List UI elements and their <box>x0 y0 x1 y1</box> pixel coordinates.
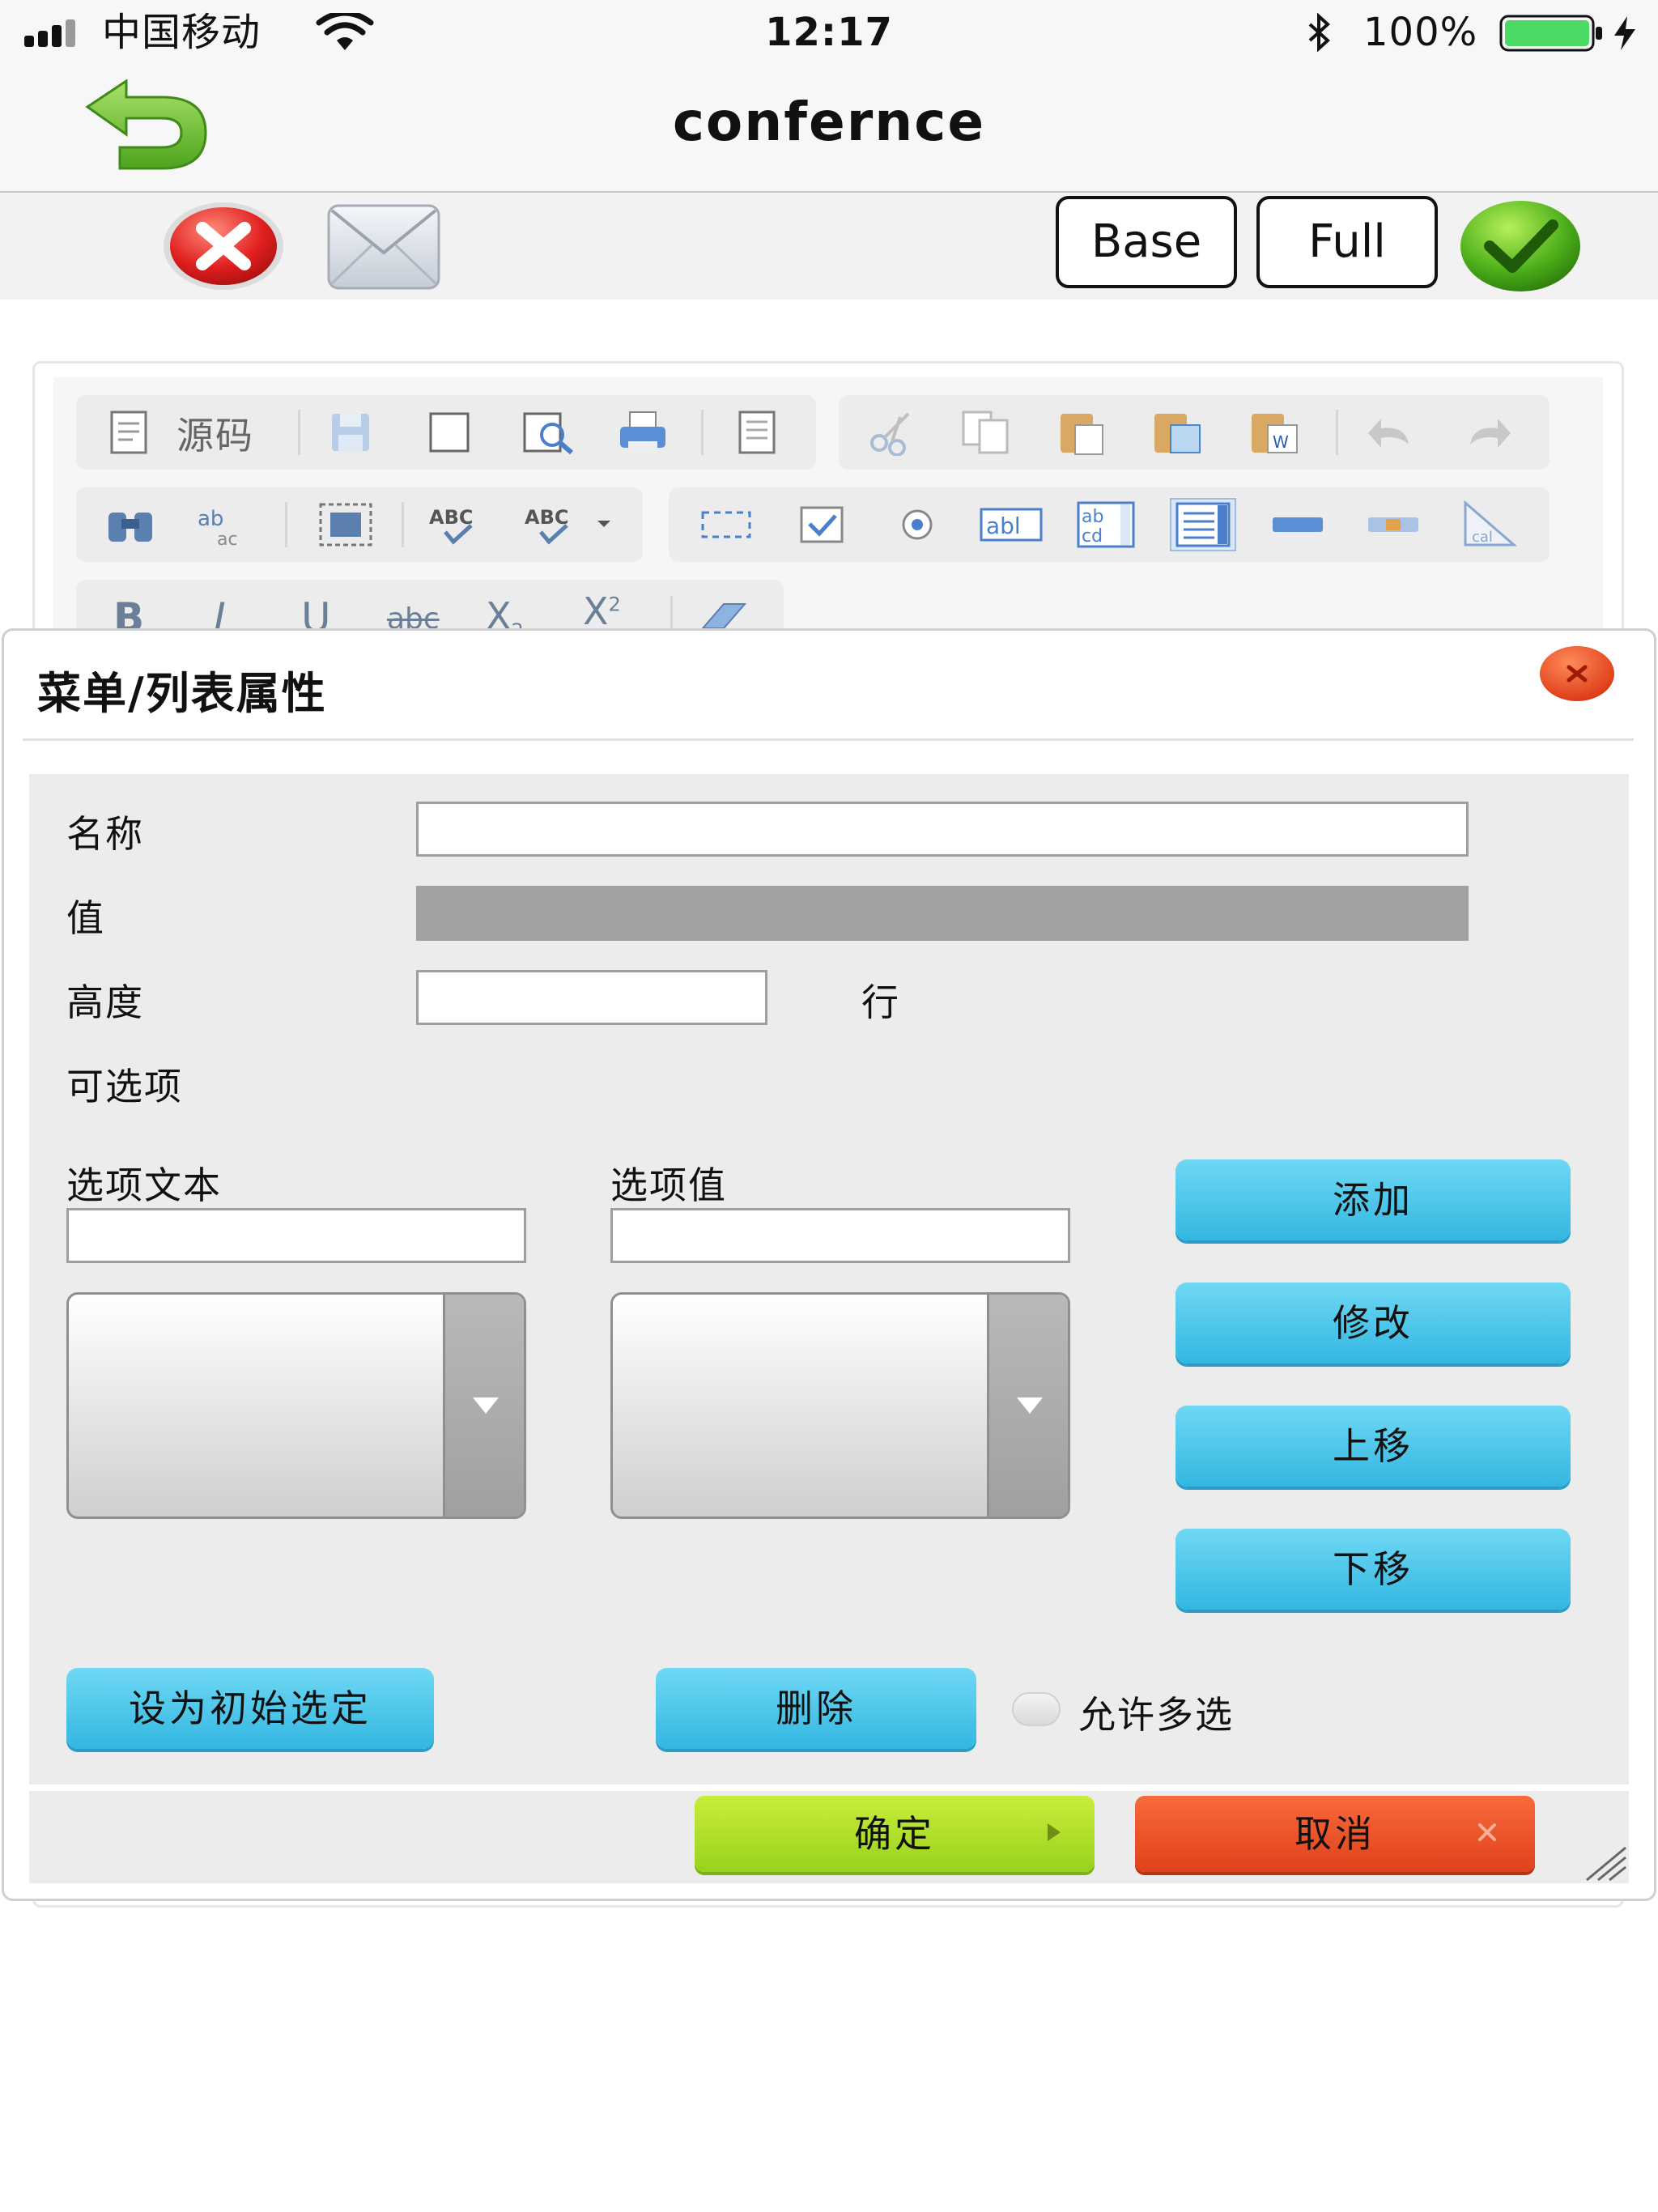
resize-handle-icon[interactable] <box>1580 1844 1630 1883</box>
replace-icon[interactable]: abac <box>194 501 248 548</box>
set-initial-selection-button[interactable]: 设为初始选定 <box>66 1668 434 1749</box>
print-icon[interactable] <box>617 409 669 456</box>
option-text-input[interactable] <box>66 1208 526 1263</box>
toolbar-separator <box>1336 410 1338 455</box>
option-text-list[interactable] <box>66 1292 526 1519</box>
options-label: 可选项 <box>66 1065 183 1108</box>
option-text-label: 选项文本 <box>66 1163 222 1207</box>
name-label: 名称 <box>66 812 144 856</box>
source-icon[interactable] <box>105 409 152 456</box>
save-icon[interactable] <box>327 409 374 456</box>
spellcheck-icon[interactable]: ABC <box>426 501 487 548</box>
toolbar-separator <box>402 502 404 547</box>
value-label: 值 <box>66 896 105 940</box>
add-option-button[interactable]: 添加 <box>1175 1159 1571 1240</box>
copy-icon[interactable] <box>960 409 1012 456</box>
play-arrow-icon <box>1048 1823 1061 1841</box>
cut-icon[interactable] <box>868 409 915 456</box>
charging-bolt-icon <box>1614 16 1635 50</box>
svg-text:W: W <box>1273 432 1289 452</box>
toolbar-separator <box>285 502 287 547</box>
svg-text:ac: ac <box>217 530 238 548</box>
option-text-list-dropdown[interactable] <box>443 1295 524 1516</box>
battery-icon <box>1499 15 1602 52</box>
paste-word-icon[interactable]: W <box>1247 407 1303 456</box>
height-label: 高度 <box>66 981 144 1024</box>
redo-icon[interactable] <box>1462 409 1514 456</box>
paste-text-icon[interactable] <box>1150 407 1206 456</box>
form-icon[interactable] <box>699 501 753 548</box>
toolbar-separator <box>701 410 704 455</box>
modify-option-button[interactable]: 修改 <box>1175 1283 1571 1363</box>
textarea-icon[interactable]: abcd <box>1075 500 1137 550</box>
paste-icon[interactable] <box>1056 407 1107 456</box>
svg-text:cd: cd <box>1082 526 1103 547</box>
confirm-check-icon[interactable] <box>1457 198 1584 293</box>
page-title: confernce <box>672 91 986 153</box>
option-value-list-dropdown[interactable] <box>987 1295 1068 1516</box>
svg-text:cal: cal <box>1472 529 1493 546</box>
checkbox-icon[interactable] <box>797 501 848 548</box>
full-mode-button[interactable]: Full <box>1256 196 1438 288</box>
cancel-x-icon <box>1478 1823 1496 1841</box>
superscript-icon[interactable]: X2 <box>583 589 621 633</box>
battery-percent: 100% <box>1363 10 1478 55</box>
button-icon[interactable] <box>1269 501 1326 548</box>
templates-icon[interactable] <box>733 409 780 456</box>
allow-multiple-label: 允许多选 <box>1078 1693 1234 1737</box>
option-value-list[interactable] <box>610 1292 1070 1519</box>
source-button-label[interactable]: 源码 <box>176 406 254 460</box>
toolbar-separator <box>298 410 300 455</box>
base-mode-button[interactable]: Base <box>1056 196 1237 288</box>
option-value-input[interactable] <box>610 1208 1070 1263</box>
preview-icon[interactable] <box>521 409 578 456</box>
bluetooth-icon <box>1308 13 1330 52</box>
delete-option-button[interactable]: 删除 <box>656 1668 976 1749</box>
dialog-title: 菜单/列表属性 <box>37 668 327 719</box>
select-all-icon[interactable] <box>317 501 374 548</box>
image-button-icon[interactable] <box>1365 501 1422 548</box>
ok-button-label: 确定 <box>854 1812 935 1856</box>
ok-button[interactable]: 确定 <box>695 1796 1095 1872</box>
dialog-title-divider <box>23 738 1634 741</box>
chevron-down-icon <box>1017 1397 1043 1414</box>
allow-multiple-toggle[interactable] <box>1012 1692 1061 1726</box>
hidden-field-icon[interactable]: cal <box>1460 500 1519 550</box>
value-field <box>416 886 1469 941</box>
undo-icon[interactable] <box>1365 409 1417 456</box>
move-up-button[interactable]: 上移 <box>1175 1406 1571 1487</box>
new-page-icon[interactable] <box>426 409 473 456</box>
dialog-close-icon[interactable] <box>1537 644 1618 703</box>
svg-text:abl: abl <box>986 513 1021 539</box>
name-input[interactable] <box>416 802 1469 857</box>
select-list-icon[interactable] <box>1169 497 1237 552</box>
close-icon[interactable] <box>160 199 287 293</box>
spellcheck-as-you-type-icon[interactable]: ABC <box>521 501 619 548</box>
radio-icon[interactable] <box>894 501 941 548</box>
chevron-down-icon <box>473 1397 499 1414</box>
text-field-icon[interactable]: abl <box>978 501 1044 548</box>
cancel-button-label: 取消 <box>1295 1812 1375 1856</box>
svg-text:ab: ab <box>1082 507 1103 527</box>
svg-text:ABC: ABC <box>525 506 568 529</box>
height-input[interactable] <box>416 970 767 1025</box>
svg-text:ABC: ABC <box>429 506 473 529</box>
find-icon[interactable] <box>105 501 157 548</box>
mail-icon[interactable] <box>325 202 442 291</box>
height-unit-label: 行 <box>861 981 900 1024</box>
move-down-button[interactable]: 下移 <box>1175 1529 1571 1610</box>
svg-text:ab: ab <box>198 507 223 531</box>
option-value-label: 选项值 <box>610 1163 727 1207</box>
